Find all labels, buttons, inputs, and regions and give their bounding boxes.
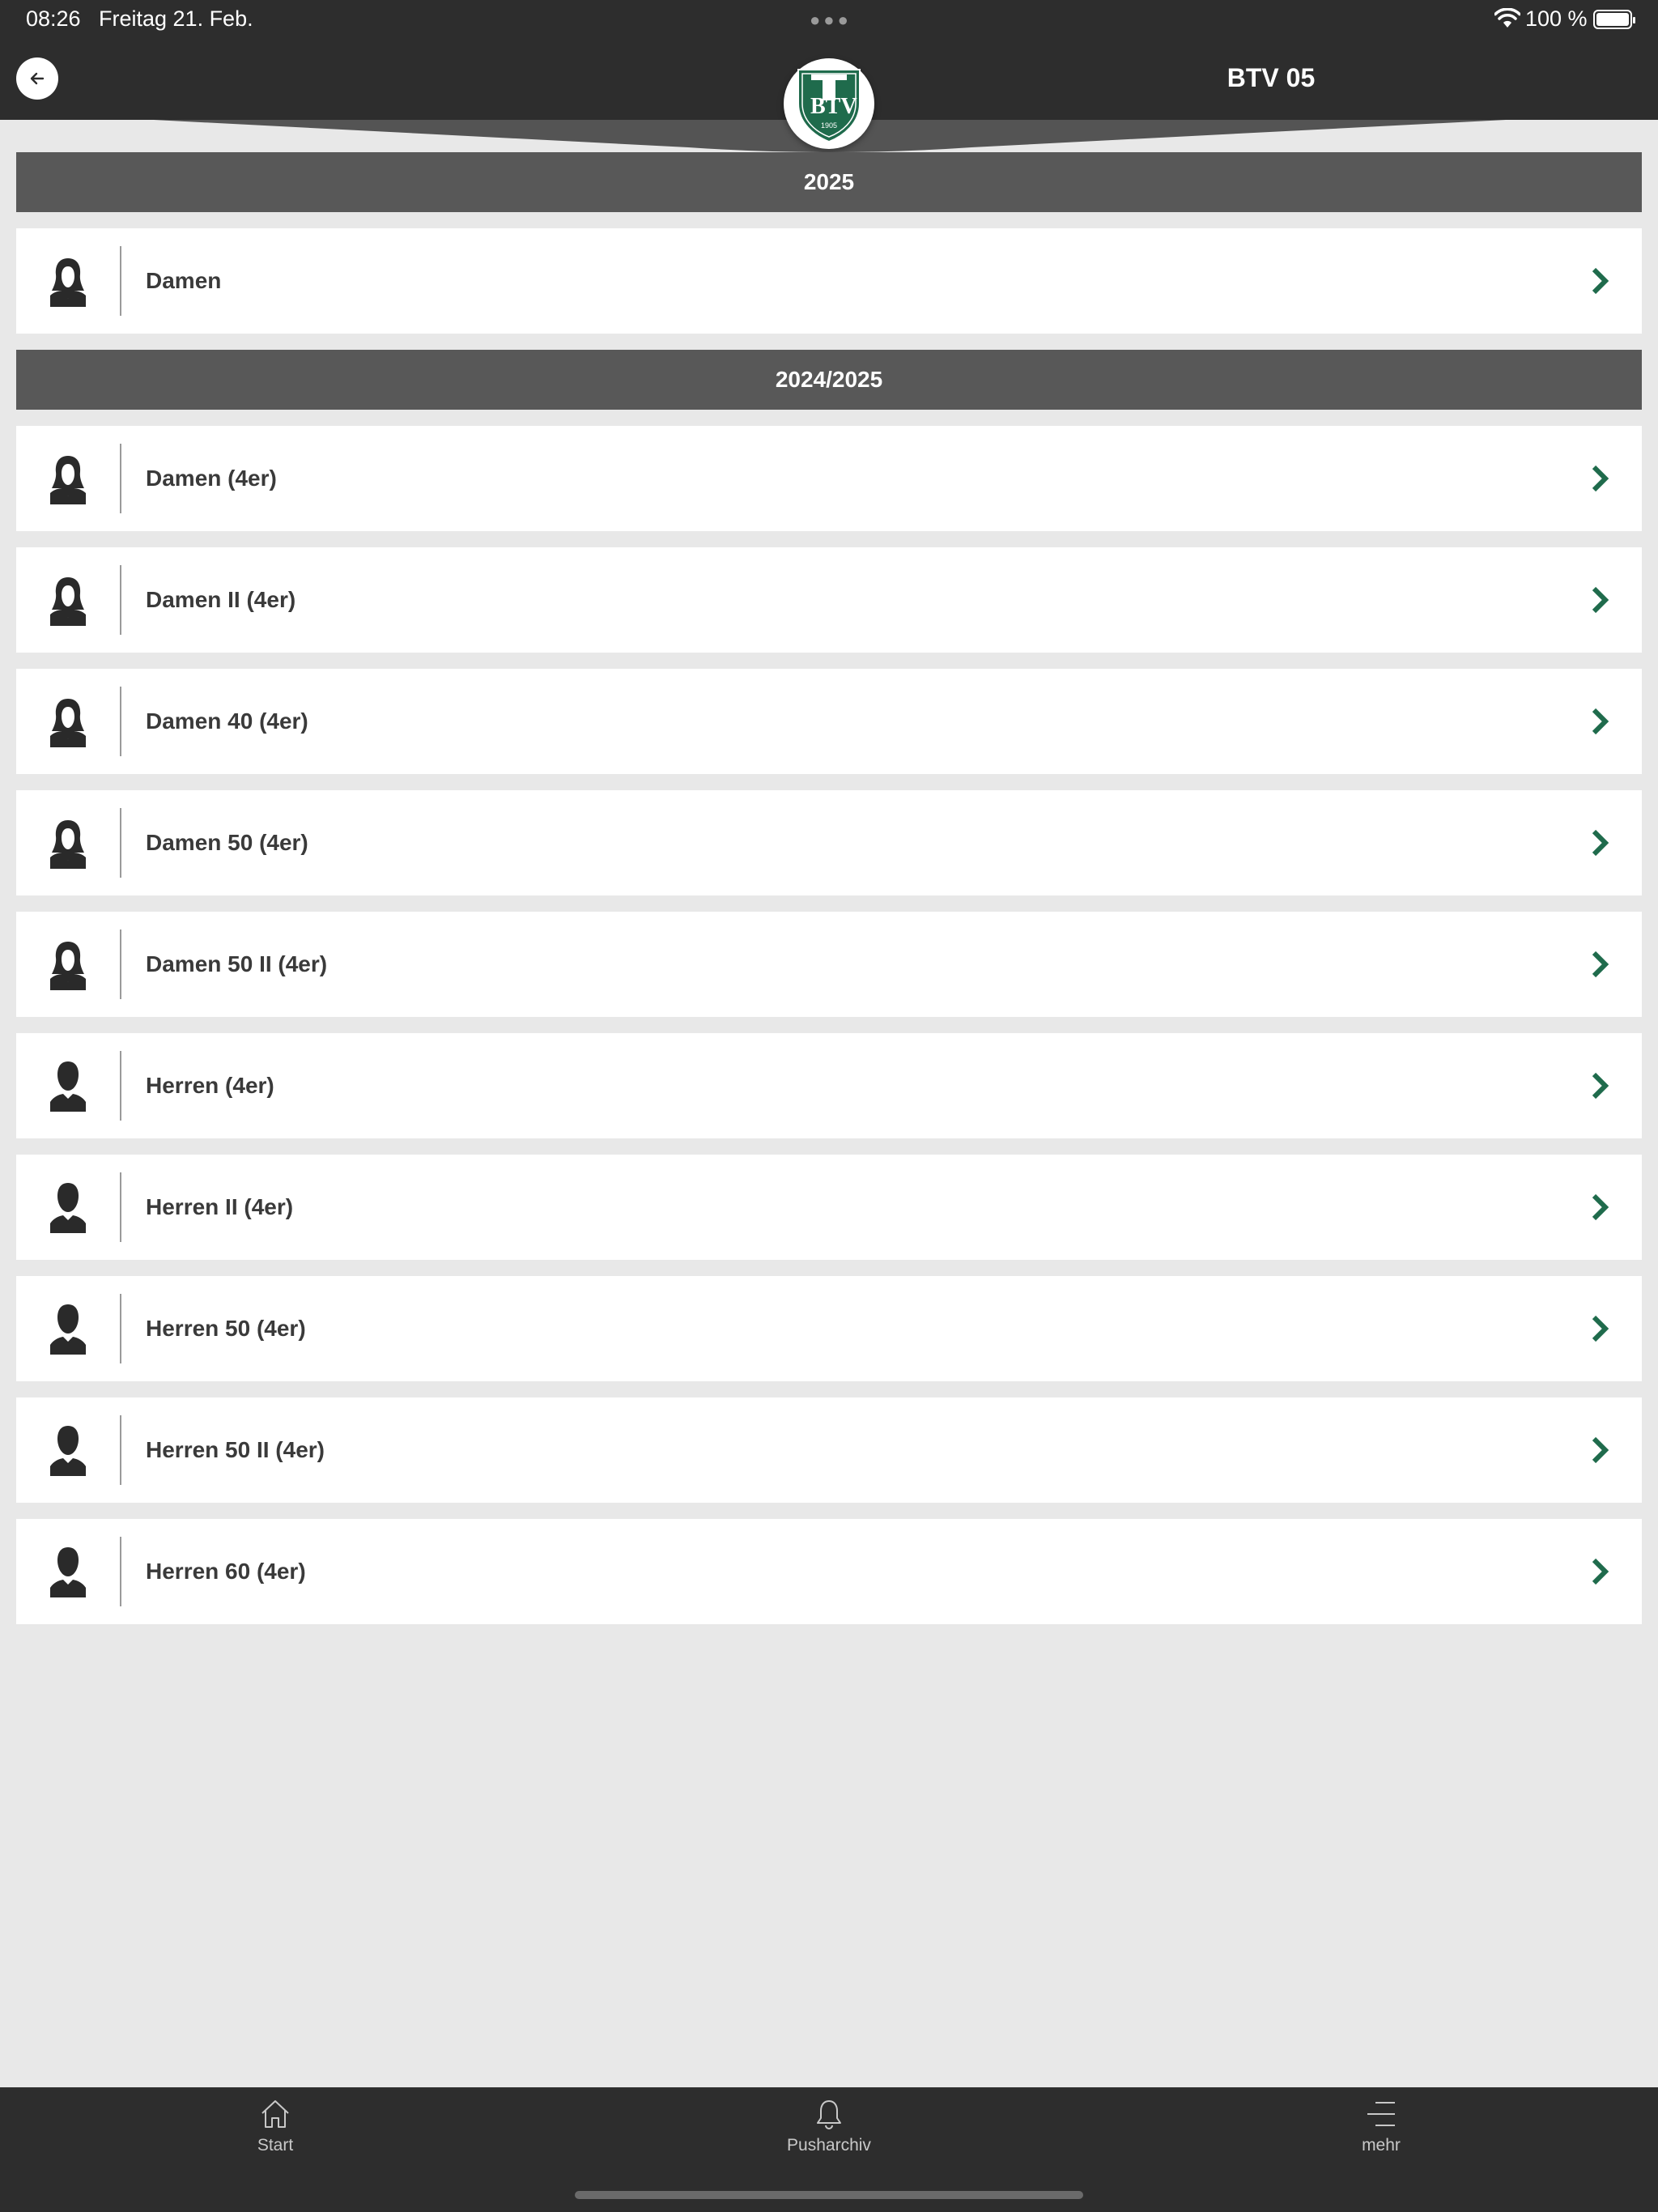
logo-text: BTV bbox=[810, 94, 857, 119]
list-item-label: Herren (4er) bbox=[146, 1073, 274, 1098]
male-person-icon bbox=[16, 1033, 120, 1138]
club-crest-icon: BTV 1905 bbox=[797, 69, 861, 143]
list-item[interactable]: Herren 50 (4er) bbox=[16, 1276, 1642, 1381]
male-person-icon bbox=[16, 1276, 120, 1381]
tab-start-label: Start bbox=[257, 2136, 294, 2155]
list-item-label: Herren 50 (4er) bbox=[146, 1316, 306, 1341]
chevron-right-icon bbox=[1592, 1315, 1609, 1342]
male-person-icon bbox=[16, 1155, 120, 1260]
home-icon bbox=[261, 2100, 289, 2128]
chevron-right-icon bbox=[1592, 829, 1609, 857]
tab-mehr-label: mehr bbox=[1362, 2136, 1401, 2155]
list-item[interactable]: Damen bbox=[16, 228, 1642, 334]
chevron-right-icon bbox=[1592, 1436, 1609, 1464]
menu-icon bbox=[1367, 2102, 1395, 2126]
back-button[interactable] bbox=[16, 57, 58, 100]
list-item[interactable]: Herren 60 (4er) bbox=[16, 1519, 1642, 1624]
male-person-icon bbox=[16, 1397, 120, 1503]
list-item-label: Damen 50 (4er) bbox=[146, 830, 308, 855]
chevron-right-icon bbox=[1592, 267, 1609, 295]
list-item-label: Herren 50 II (4er) bbox=[146, 1437, 325, 1462]
chevron-right-icon bbox=[1592, 708, 1609, 735]
list-item-label: Damen 40 (4er) bbox=[146, 708, 308, 734]
list-item[interactable]: Damen (4er) bbox=[16, 426, 1642, 531]
multitasking-dots-icon[interactable]: ●●● bbox=[810, 10, 852, 31]
male-person-icon bbox=[16, 1519, 120, 1624]
battery-icon bbox=[1593, 10, 1635, 29]
list-item-label: Herren II (4er) bbox=[146, 1194, 294, 1219]
female-person-icon bbox=[16, 912, 120, 1017]
list-item-label: Damen II (4er) bbox=[146, 587, 296, 612]
tab-pusharchiv[interactable]: Pusharchiv bbox=[732, 2097, 926, 2155]
home-indicator[interactable] bbox=[575, 2191, 1083, 2199]
list-item[interactable]: Damen 50 (4er) bbox=[16, 790, 1642, 895]
section-header-2024-2025: 2024/2025 bbox=[16, 350, 1642, 410]
list-item-label: Damen 50 II (4er) bbox=[146, 951, 328, 976]
section-header-2025: 2025 bbox=[16, 152, 1642, 212]
list-item[interactable]: Herren (4er) bbox=[16, 1033, 1642, 1138]
list-item-label: Damen bbox=[146, 268, 222, 293]
list-item-label: Herren 60 (4er) bbox=[146, 1559, 306, 1584]
logo-year: 1905 bbox=[821, 121, 837, 130]
female-person-icon bbox=[16, 228, 120, 334]
arrow-left-icon bbox=[30, 72, 45, 85]
list-item[interactable]: Damen 40 (4er) bbox=[16, 669, 1642, 774]
wifi-icon bbox=[1494, 8, 1520, 28]
battery-percentage: 100 % bbox=[1525, 6, 1588, 31]
female-person-icon bbox=[16, 426, 120, 531]
chevron-right-icon bbox=[1592, 1193, 1609, 1221]
page-title: BTV 05 bbox=[1226, 63, 1316, 92]
status-date: Freitag 21. Feb. bbox=[99, 6, 253, 31]
list-item[interactable]: Damen II (4er) bbox=[16, 547, 1642, 653]
list-item[interactable]: Herren II (4er) bbox=[16, 1155, 1642, 1260]
list-item[interactable]: Herren 50 II (4er) bbox=[16, 1397, 1642, 1503]
chevron-right-icon bbox=[1592, 1558, 1609, 1585]
bell-icon bbox=[817, 2100, 841, 2129]
status-time: 08:26 bbox=[26, 6, 81, 31]
tab-pusharchiv-label: Pusharchiv bbox=[787, 2136, 871, 2155]
female-person-icon bbox=[16, 669, 120, 774]
tab-start[interactable]: Start bbox=[178, 2097, 372, 2155]
chevron-right-icon bbox=[1592, 1072, 1609, 1100]
chevron-right-icon bbox=[1592, 465, 1609, 492]
club-logo: BTV 1905 bbox=[784, 58, 874, 149]
list-item-label: Damen (4er) bbox=[146, 466, 277, 491]
chevron-right-icon bbox=[1592, 951, 1609, 978]
team-list-screen: 08:26 Freitag 21. Feb. ●●● 100 % BTV 05 … bbox=[0, 0, 1658, 2212]
tab-mehr[interactable]: mehr bbox=[1284, 2097, 1478, 2155]
female-person-icon bbox=[16, 790, 120, 895]
female-person-icon bbox=[16, 547, 120, 653]
list-item[interactable]: Damen 50 II (4er) bbox=[16, 912, 1642, 1017]
chevron-right-icon bbox=[1592, 586, 1609, 614]
